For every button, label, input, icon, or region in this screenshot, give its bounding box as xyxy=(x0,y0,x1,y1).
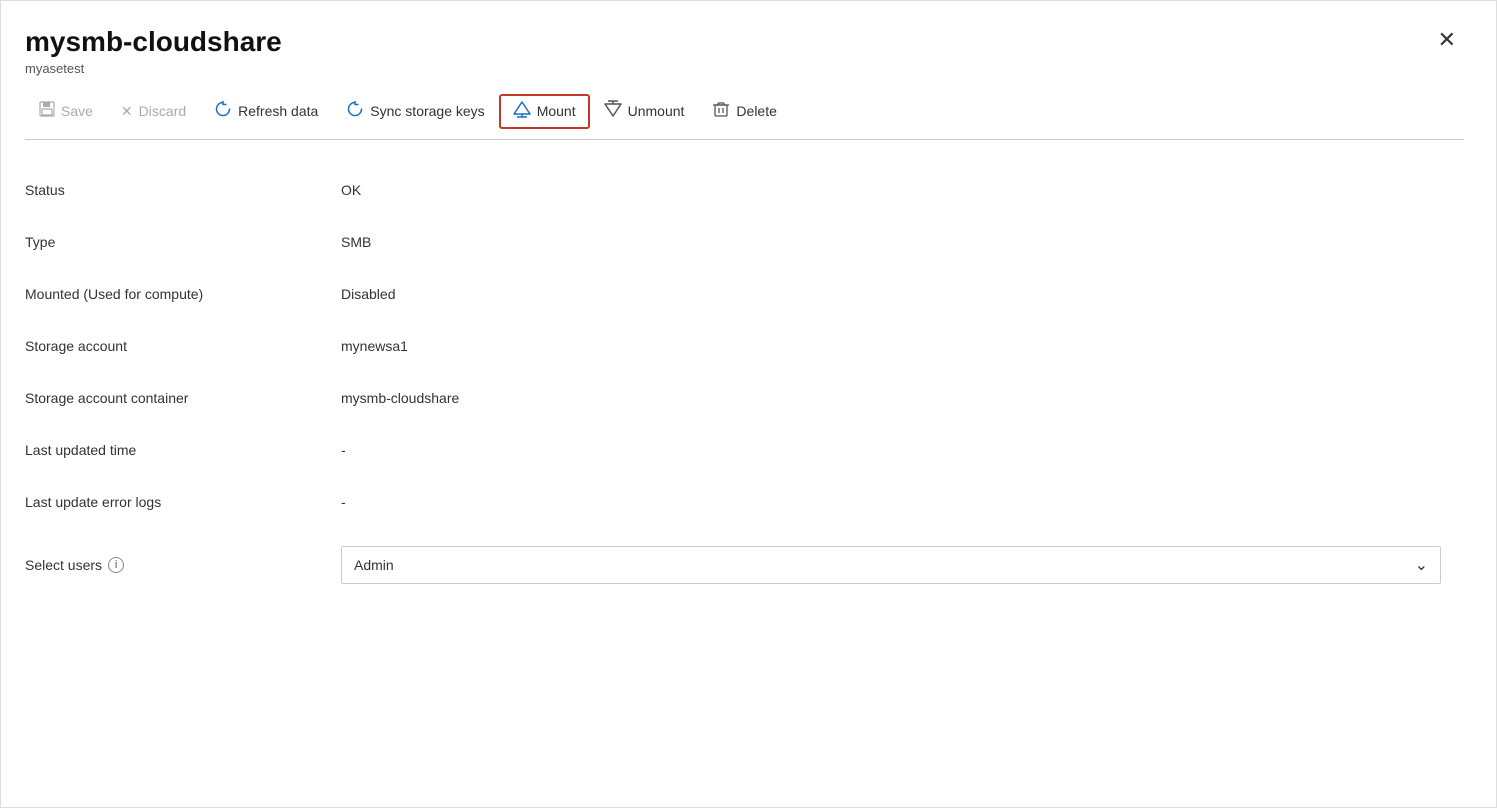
sync-label: Sync storage keys xyxy=(370,103,484,119)
panel-title: mysmb-cloudshare xyxy=(25,25,282,59)
field-value-last-error: - xyxy=(325,476,1464,528)
select-users-label: Select users i xyxy=(25,528,325,602)
refresh-button[interactable]: Refresh data xyxy=(200,94,332,129)
field-value-last-updated: - xyxy=(325,424,1464,476)
field-label-status: Status xyxy=(25,164,325,216)
field-label-last-error: Last update error logs xyxy=(25,476,325,528)
select-users-text: Select users xyxy=(25,557,102,573)
discard-icon: ✕ xyxy=(121,103,133,120)
field-label-mounted: Mounted (Used for compute) xyxy=(25,268,325,320)
select-users-dropdown[interactable]: Admin ⌄ xyxy=(341,546,1441,584)
delete-icon xyxy=(712,100,730,123)
close-button[interactable]: ✕ xyxy=(1430,25,1464,55)
save-label: Save xyxy=(61,103,93,119)
field-label-type: Type xyxy=(25,216,325,268)
delete-button[interactable]: Delete xyxy=(698,94,790,129)
select-users-value-wrapper: Admin ⌄ xyxy=(325,528,1464,602)
field-label-storage-account: Storage account xyxy=(25,320,325,372)
unmount-label: Unmount xyxy=(628,103,685,119)
toolbar: Save ✕ Discard Refresh data Sync st xyxy=(25,84,1464,140)
field-value-storage-container: mysmb-cloudshare xyxy=(325,372,1464,424)
unmount-icon xyxy=(604,100,622,123)
discard-button[interactable]: ✕ Discard xyxy=(107,97,200,126)
save-button[interactable]: Save xyxy=(25,95,107,128)
field-value-mounted: Disabled xyxy=(325,268,1464,320)
info-letter: i xyxy=(115,559,117,571)
field-value-storage-account: mynewsa1 xyxy=(325,320,1464,372)
field-value-type: SMB xyxy=(325,216,1464,268)
sync-button[interactable]: Sync storage keys xyxy=(332,94,498,129)
save-icon xyxy=(39,101,55,122)
unmount-button[interactable]: Unmount xyxy=(590,94,699,129)
panel-subtitle: myasetest xyxy=(25,61,282,76)
refresh-icon xyxy=(214,100,232,123)
panel: mysmb-cloudshare myasetest ✕ Save ✕ Disc… xyxy=(0,0,1497,808)
mount-button[interactable]: Mount xyxy=(499,94,590,129)
content-grid: Status OK Type SMB Mounted (Used for com… xyxy=(25,164,1464,602)
chevron-down-icon: ⌄ xyxy=(1415,555,1428,575)
refresh-label: Refresh data xyxy=(238,103,318,119)
panel-header: mysmb-cloudshare myasetest ✕ xyxy=(25,25,1464,76)
delete-label: Delete xyxy=(736,103,776,119)
field-label-storage-container: Storage account container xyxy=(25,372,325,424)
field-label-last-updated: Last updated time xyxy=(25,424,325,476)
discard-label: Discard xyxy=(139,103,186,119)
field-value-status: OK xyxy=(325,164,1464,216)
title-block: mysmb-cloudshare myasetest xyxy=(25,25,282,76)
sync-icon xyxy=(346,100,364,123)
select-users-value: Admin xyxy=(354,557,394,573)
mount-label: Mount xyxy=(537,103,576,119)
mount-icon xyxy=(513,100,531,123)
select-users-info-icon[interactable]: i xyxy=(108,557,124,573)
